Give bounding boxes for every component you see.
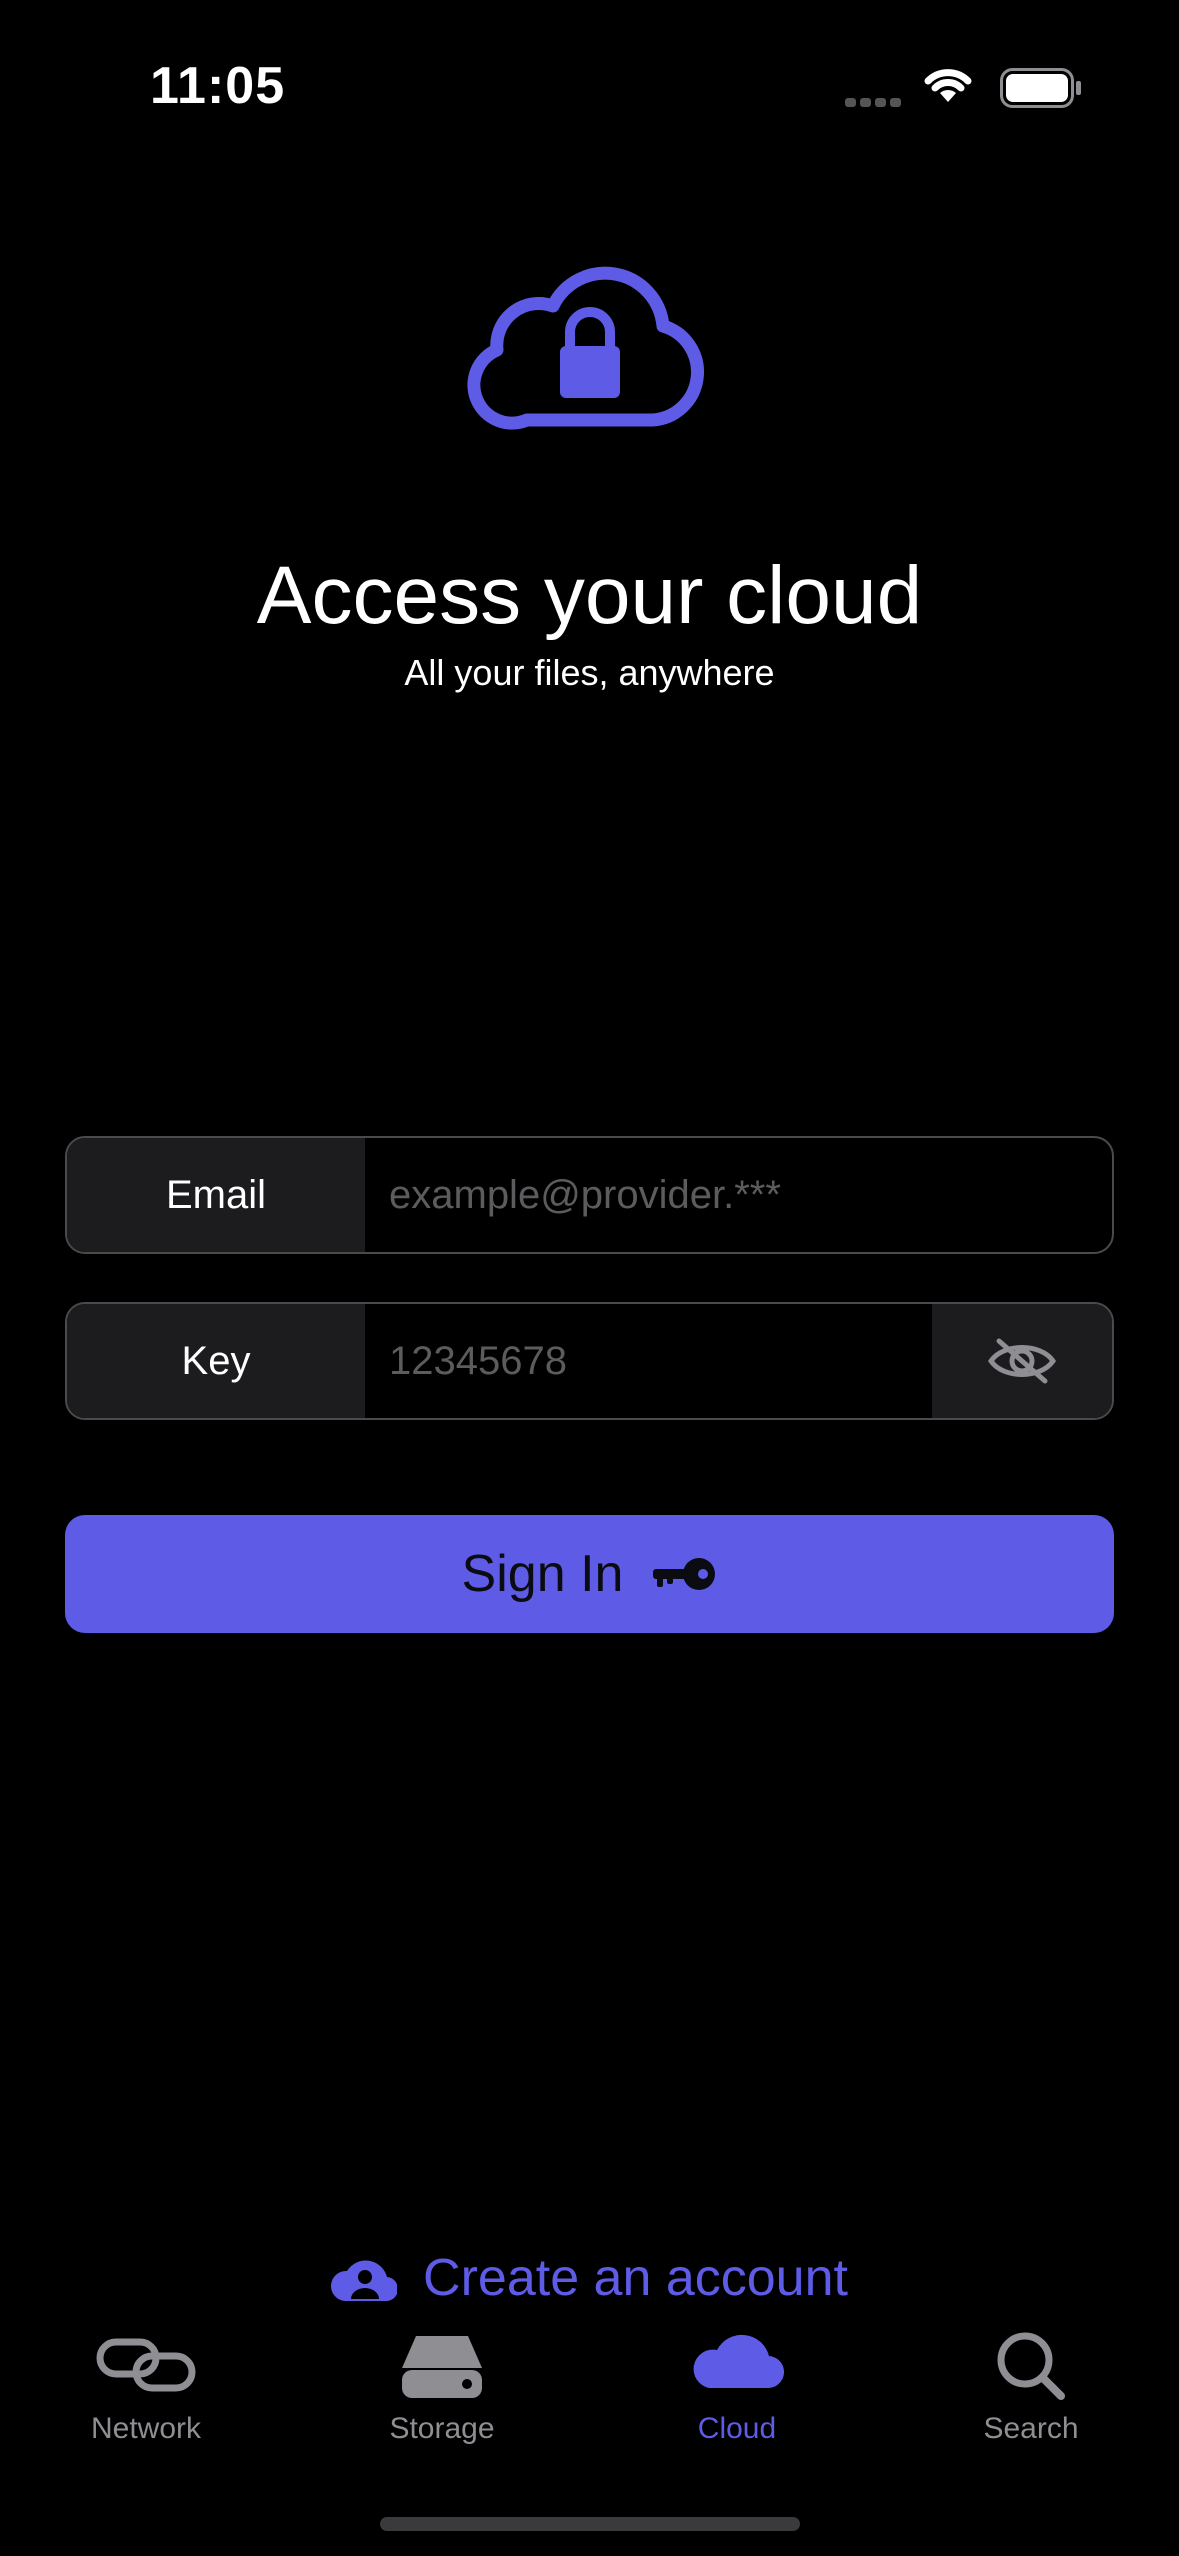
cloud-lock-icon: [467, 266, 704, 430]
magnifying-glass-icon: [997, 2332, 1065, 2400]
tab-cloud[interactable]: Cloud: [617, 2320, 857, 2460]
key-label: Key: [67, 1304, 365, 1418]
eye-slash-icon: [987, 1338, 1057, 1384]
wifi-icon: [924, 69, 972, 102]
toggle-visibility-button[interactable]: [932, 1304, 1112, 1418]
home-indicator: [380, 2517, 800, 2531]
create-account-link[interactable]: Create an account: [0, 2240, 1179, 2316]
tab-storage[interactable]: Storage: [322, 2320, 562, 2460]
drive-icon: [402, 2336, 482, 2398]
tab-label: Cloud: [697, 2412, 777, 2445]
tab-search[interactable]: Search: [911, 2320, 1151, 2460]
tab-label: Storage: [389, 2412, 495, 2445]
page-subtitle: All your files, anywhere: [404, 652, 775, 693]
email-label: Email: [67, 1138, 365, 1252]
cellular-signal-icon: [845, 94, 905, 108]
create-account-label: Create an account: [423, 2249, 848, 2307]
sign-in-label: Sign In: [461, 1545, 624, 1603]
key-field-group: Key: [65, 1302, 1114, 1420]
battery-icon: [1000, 68, 1081, 108]
page-title: Access your cloud: [256, 550, 923, 641]
status-time: 11:05: [150, 57, 286, 115]
email-field-group: Email: [65, 1136, 1114, 1254]
cloud-icon: [693, 2334, 785, 2389]
tab-bar: Network Storage Cloud Search: [0, 2320, 1179, 2460]
tab-network[interactable]: Network: [26, 2320, 266, 2460]
tab-label: Search: [983, 2412, 1079, 2445]
sign-in-button[interactable]: Sign In: [65, 1515, 1114, 1633]
status-bar: 11:05: [0, 0, 1179, 150]
link-icon: [96, 2338, 196, 2392]
tab-label: Network: [90, 2412, 202, 2445]
email-field[interactable]: [365, 1138, 1112, 1252]
person-cloud-icon: [331, 2260, 398, 2302]
key-icon: [653, 1558, 716, 1590]
key-field[interactable]: [365, 1304, 932, 1418]
